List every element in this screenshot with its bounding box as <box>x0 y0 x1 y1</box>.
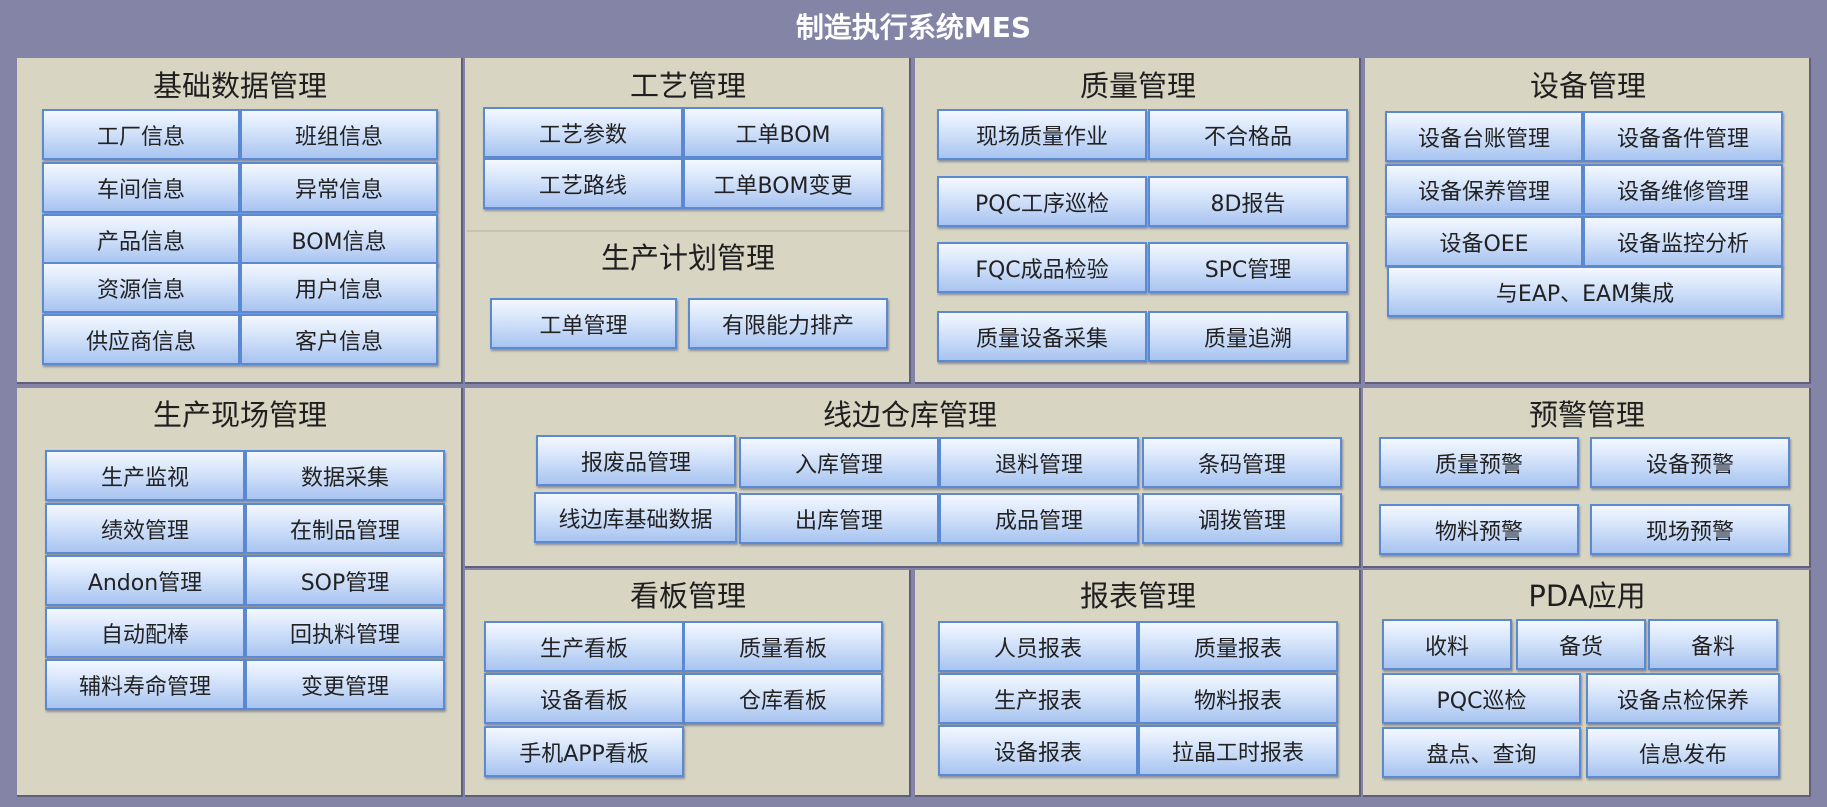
panel-title-equipment: 设备管理 <box>1529 69 1646 103</box>
module-button-line-warehouse-3[interactable]: 退料管理 <box>939 437 1139 488</box>
module-button-quality-4[interactable]: 8D报告 <box>1148 176 1348 227</box>
module-button-report-1[interactable]: 人员报表 <box>938 621 1138 672</box>
module-button-quality-3[interactable]: PQC工序巡检 <box>937 176 1147 227</box>
module-button-pda-3[interactable]: 备料 <box>1648 619 1778 670</box>
module-button-quality-8[interactable]: 质量追溯 <box>1148 311 1348 362</box>
panel-title-production-plan: 生产计划管理 <box>600 241 775 275</box>
module-button-kanban-1[interactable]: 生产看板 <box>484 621 684 672</box>
module-button-line-warehouse-7[interactable]: 成品管理 <box>939 493 1139 544</box>
module-button-pda-5[interactable]: 设备点检保养 <box>1586 673 1780 724</box>
module-button-shop-floor-1[interactable]: 生产监视 <box>45 450 245 501</box>
module-button-pda-2[interactable]: 备货 <box>1516 619 1646 670</box>
module-button-shop-floor-8[interactable]: 回执料管理 <box>245 607 445 658</box>
module-button-shop-floor-10[interactable]: 变更管理 <box>245 659 445 710</box>
module-button-equipment-3[interactable]: 设备保养管理 <box>1385 164 1583 215</box>
panel-title-alert: 预警管理 <box>1528 398 1645 432</box>
module-button-basic-data-3[interactable]: 车间信息 <box>42 162 240 213</box>
module-button-report-3[interactable]: 生产报表 <box>938 673 1138 724</box>
module-button-shop-floor-3[interactable]: 绩效管理 <box>45 503 245 554</box>
module-button-equipment-7[interactable]: 与EAP、EAM集成 <box>1387 266 1783 317</box>
module-button-production-plan-1[interactable]: 工单管理 <box>490 298 677 349</box>
module-button-line-warehouse-8[interactable]: 调拨管理 <box>1142 493 1342 544</box>
module-button-basic-data-8[interactable]: 用户信息 <box>240 262 438 313</box>
module-button-equipment-4[interactable]: 设备维修管理 <box>1583 164 1783 215</box>
module-button-pda-6[interactable]: 盘点、查询 <box>1382 727 1581 778</box>
mes-architecture-diagram: 制造执行系统MES 基础数据管理 工艺管理生产计划管理 质量管理 设备管理生产现场管理… <box>0 0 1827 807</box>
panel-title-quality: 质量管理 <box>1079 69 1196 103</box>
module-button-basic-data-4[interactable]: 异常信息 <box>240 162 438 213</box>
panel-title-shop-floor: 生产现场管理 <box>152 398 327 432</box>
module-button-pda-4[interactable]: PQC巡检 <box>1382 673 1581 724</box>
module-button-quality-2[interactable]: 不合格品 <box>1148 109 1348 160</box>
panel-title-pda: PDA应用 <box>1528 579 1646 613</box>
module-button-line-warehouse-6[interactable]: 出库管理 <box>739 493 939 544</box>
panel-title-process: 工艺管理 <box>629 69 746 103</box>
module-button-shop-floor-4[interactable]: 在制品管理 <box>245 503 445 554</box>
module-button-report-2[interactable]: 质量报表 <box>1138 621 1338 672</box>
module-button-basic-data-7[interactable]: 资源信息 <box>42 262 240 313</box>
module-button-process-2[interactable]: 工单BOM <box>683 107 883 158</box>
module-button-line-warehouse-2[interactable]: 入库管理 <box>739 437 939 488</box>
panel-title-kanban: 看板管理 <box>629 579 746 613</box>
module-button-basic-data-5[interactable]: 产品信息 <box>42 214 240 265</box>
module-button-kanban-4[interactable]: 仓库看板 <box>683 673 883 724</box>
diagram-title: 制造执行系统MES <box>795 11 1032 44</box>
module-button-alert-3[interactable]: 物料预警 <box>1379 504 1579 555</box>
module-button-basic-data-10[interactable]: 客户信息 <box>240 314 438 365</box>
module-button-line-warehouse-4[interactable]: 条码管理 <box>1142 437 1342 488</box>
module-button-basic-data-9[interactable]: 供应商信息 <box>42 314 240 365</box>
module-button-production-plan-2[interactable]: 有限能力排产 <box>688 298 888 349</box>
module-button-quality-1[interactable]: 现场质量作业 <box>937 109 1147 160</box>
module-button-basic-data-1[interactable]: 工厂信息 <box>42 109 240 160</box>
module-button-quality-5[interactable]: FQC成品检验 <box>937 242 1147 293</box>
module-button-shop-floor-6[interactable]: SOP管理 <box>245 555 445 606</box>
module-button-equipment-1[interactable]: 设备台账管理 <box>1385 111 1583 162</box>
module-button-kanban-2[interactable]: 质量看板 <box>683 621 883 672</box>
module-button-kanban-3[interactable]: 设备看板 <box>484 673 684 724</box>
module-button-alert-2[interactable]: 设备预警 <box>1590 437 1790 488</box>
module-button-process-4[interactable]: 工单BOM变更 <box>683 158 883 209</box>
module-button-process-1[interactable]: 工艺参数 <box>483 107 683 158</box>
module-button-shop-floor-7[interactable]: 自动配棒 <box>45 607 245 658</box>
module-button-equipment-5[interactable]: 设备OEE <box>1385 216 1583 267</box>
module-button-shop-floor-9[interactable]: 辅料寿命管理 <box>45 659 245 710</box>
panel-title-line-warehouse: 线边仓库管理 <box>822 398 997 432</box>
module-button-quality-7[interactable]: 质量设备采集 <box>937 311 1147 362</box>
module-button-basic-data-2[interactable]: 班组信息 <box>240 109 438 160</box>
module-button-basic-data-6[interactable]: BOM信息 <box>240 214 438 265</box>
module-button-kanban-5[interactable]: 手机APP看板 <box>484 726 684 777</box>
module-button-alert-4[interactable]: 现场预警 <box>1590 504 1790 555</box>
module-button-equipment-2[interactable]: 设备备件管理 <box>1583 111 1783 162</box>
module-button-shop-floor-5[interactable]: Andon管理 <box>45 555 245 606</box>
module-button-equipment-6[interactable]: 设备监控分析 <box>1583 216 1783 267</box>
module-button-pda-1[interactable]: 收料 <box>1382 619 1512 670</box>
process-plan-divider <box>467 230 909 232</box>
module-button-shop-floor-2[interactable]: 数据采集 <box>245 450 445 501</box>
module-button-process-3[interactable]: 工艺路线 <box>483 158 683 209</box>
module-button-line-warehouse-5[interactable]: 线边库基础数据 <box>534 492 737 543</box>
module-button-report-6[interactable]: 拉晶工时报表 <box>1138 725 1338 776</box>
panel-title-basic-data: 基础数据管理 <box>152 69 327 103</box>
module-button-report-5[interactable]: 设备报表 <box>938 725 1138 776</box>
panel-title-report: 报表管理 <box>1079 579 1196 613</box>
module-button-report-4[interactable]: 物料报表 <box>1138 673 1338 724</box>
module-button-line-warehouse-1[interactable]: 报废品管理 <box>536 435 736 486</box>
module-button-pda-7[interactable]: 信息发布 <box>1586 727 1780 778</box>
module-button-quality-6[interactable]: SPC管理 <box>1148 242 1348 293</box>
module-button-alert-1[interactable]: 质量预警 <box>1379 437 1579 488</box>
